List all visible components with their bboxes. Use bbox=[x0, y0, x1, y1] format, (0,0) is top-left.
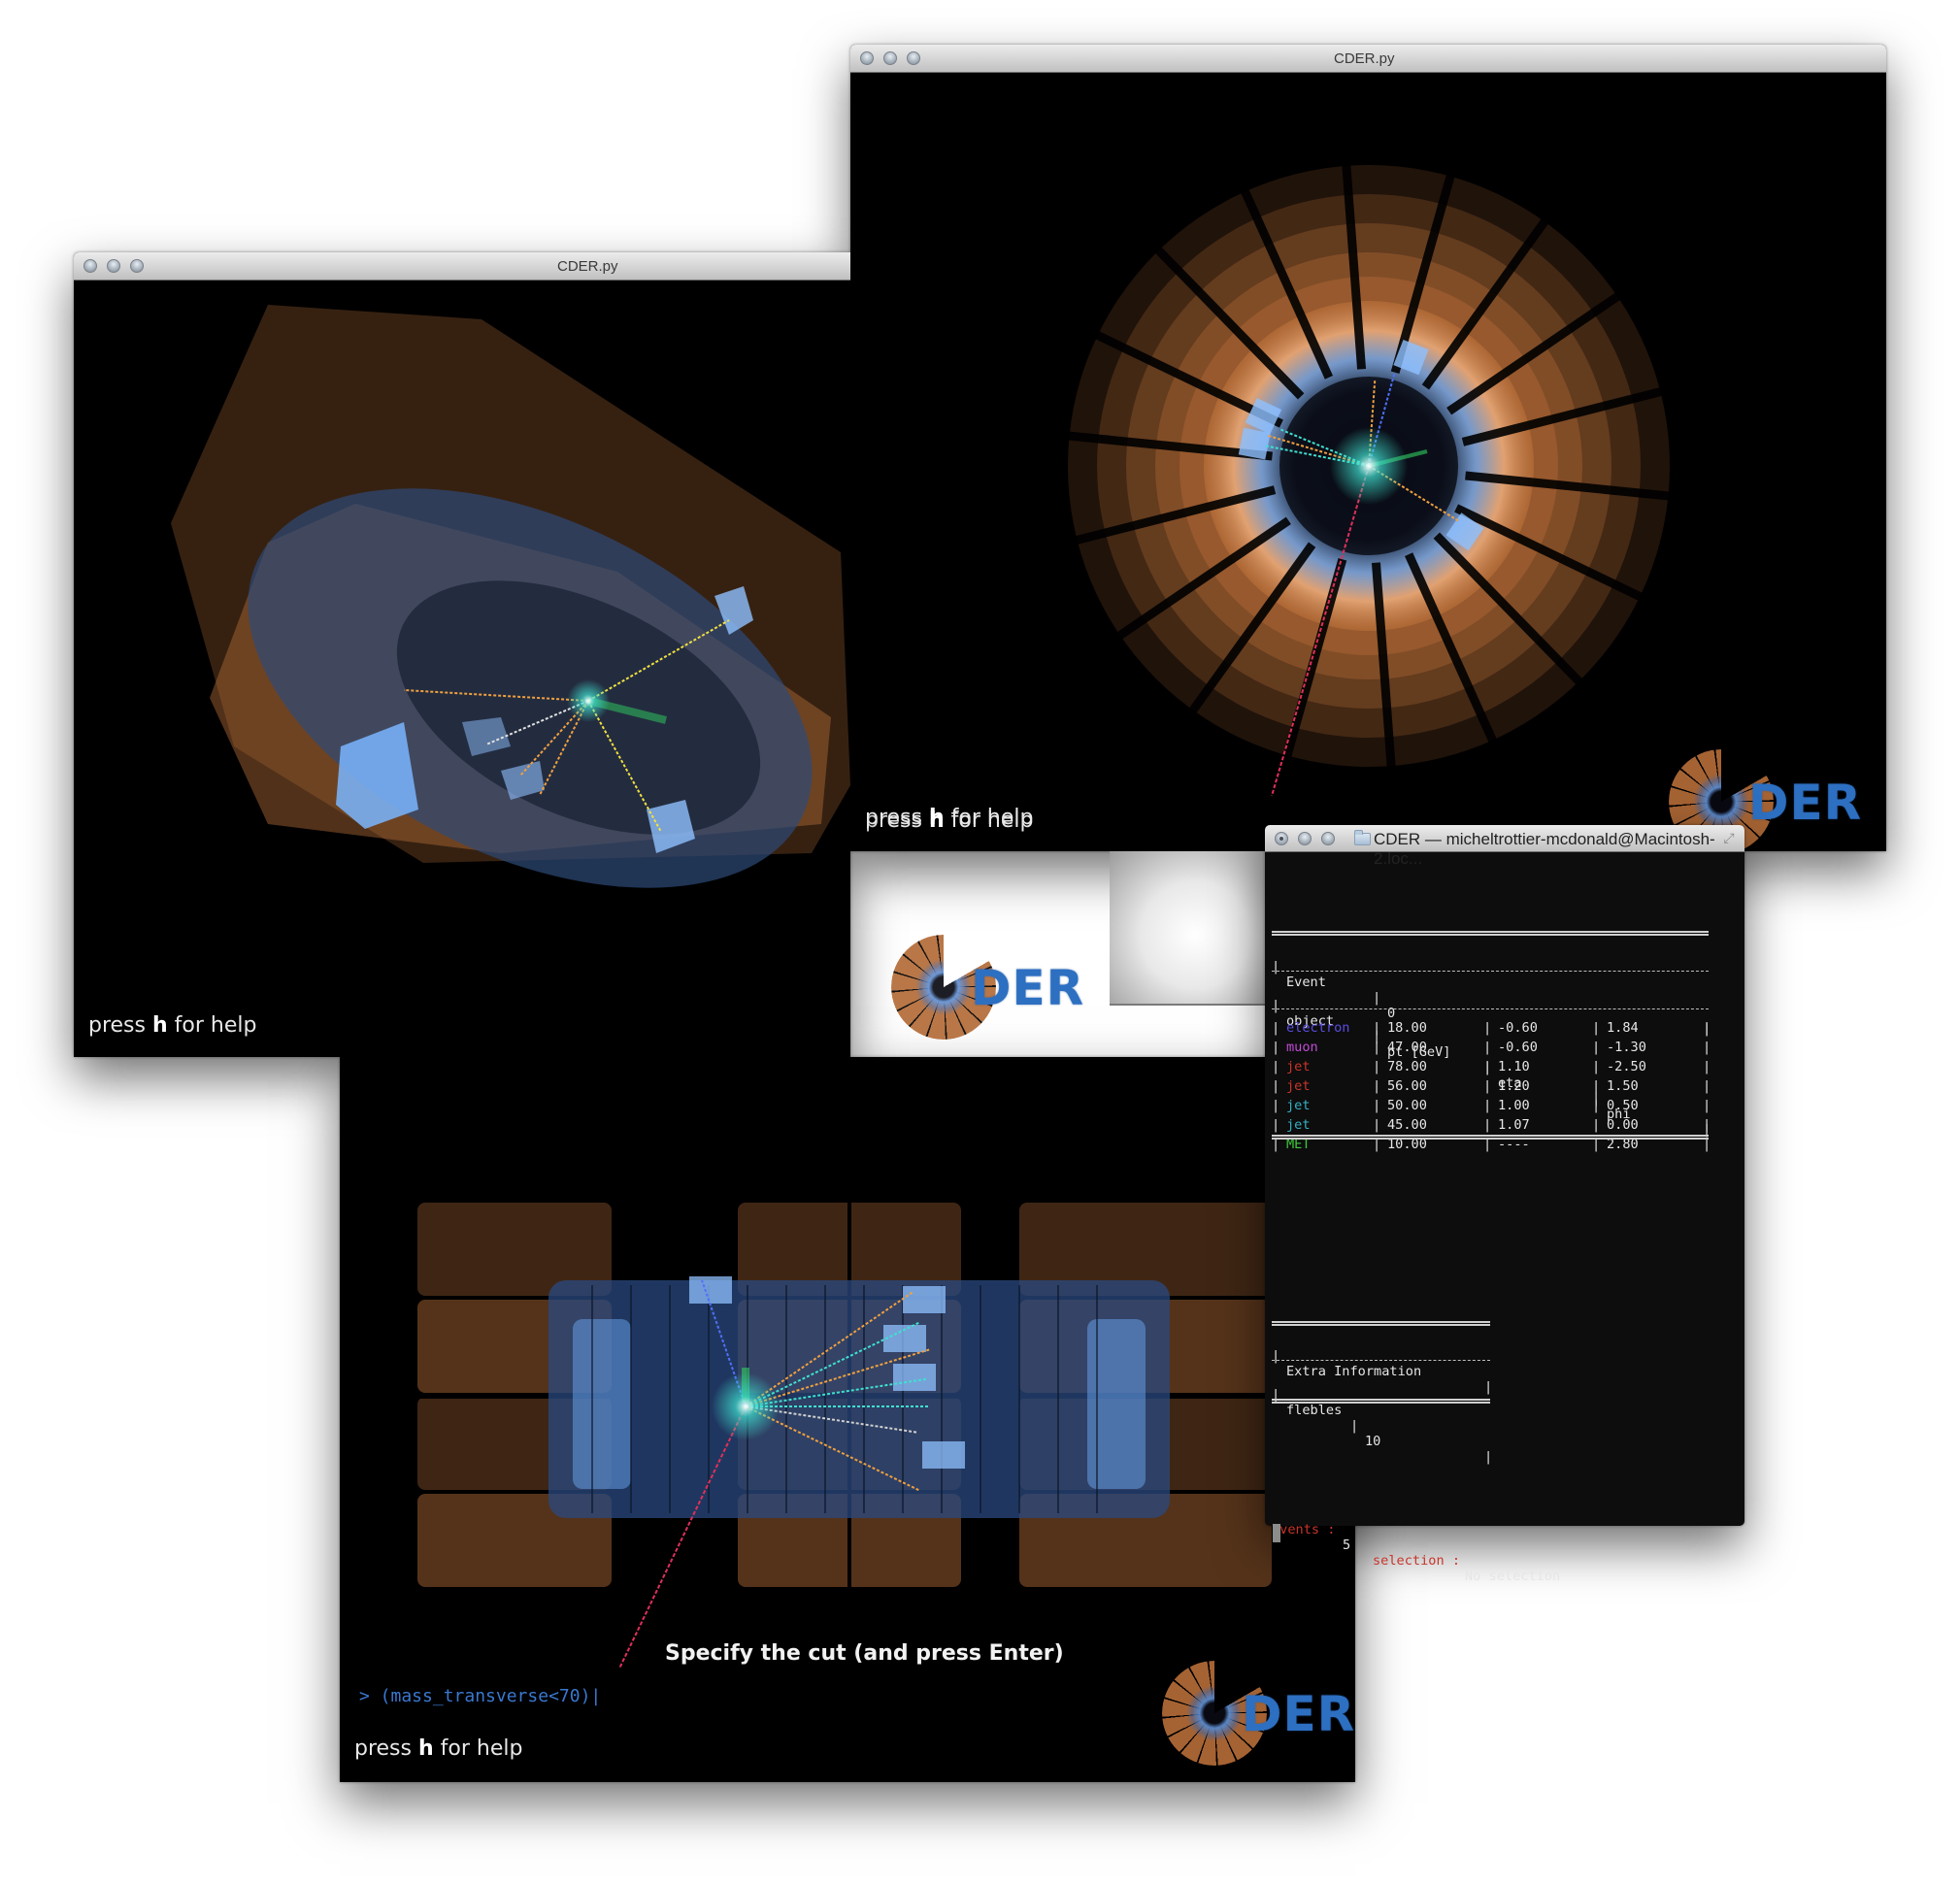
viewer-window-transverse: CDER.py press h for help DER bbox=[850, 45, 1886, 851]
folder-icon bbox=[1354, 830, 1371, 845]
table-rule bbox=[1272, 971, 1709, 972]
help-hint: press h for help bbox=[88, 1013, 257, 1038]
zoom-button[interactable] bbox=[1321, 832, 1335, 845]
table-rule bbox=[1272, 1321, 1490, 1326]
cell-eta: -0.60 bbox=[1498, 1040, 1538, 1055]
em-endcap bbox=[573, 1319, 631, 1489]
background-window-fragment bbox=[1110, 851, 1265, 1006]
minimize-button[interactable] bbox=[107, 259, 120, 273]
cell-object: jet bbox=[1286, 1117, 1311, 1133]
table-rule bbox=[1272, 1135, 1709, 1140]
cell-pt: 45.00 bbox=[1387, 1117, 1427, 1133]
cell-pt: 78.00 bbox=[1387, 1059, 1427, 1074]
cell-object: jet bbox=[1286, 1059, 1311, 1074]
title-bar[interactable]: CDER.py bbox=[850, 45, 1886, 73]
extra-info-row: | flebles | 10 | bbox=[1272, 1387, 1493, 1465]
viewer-window-longitudinal: Specify the cut (and press Enter) > (mas… bbox=[340, 1057, 1355, 1782]
table-rule bbox=[1272, 931, 1709, 936]
interaction-vertex bbox=[567, 679, 610, 722]
terminal-output[interactable]: | Event | 0 | | object | pt [GeV] | eta … bbox=[1272, 852, 1744, 1584]
cell-eta: 1.00 bbox=[1498, 1098, 1530, 1113]
energy-deposit bbox=[689, 1276, 732, 1304]
cell-pt: 50.00 bbox=[1387, 1098, 1427, 1113]
energy-deposit bbox=[893, 1364, 936, 1391]
cut-input[interactable]: > (mass_transverse<70)| bbox=[359, 1686, 601, 1706]
cell-phi: -1.30 bbox=[1607, 1040, 1646, 1055]
help-hint: press h for help bbox=[354, 1736, 523, 1761]
interaction-vertex bbox=[1330, 427, 1408, 505]
close-button[interactable] bbox=[83, 259, 97, 273]
event-display-canvas[interactable]: press h for help DER bbox=[850, 73, 1886, 851]
terminal-window: CDER — micheltrottier-mcdonald@Macintosh… bbox=[1265, 825, 1744, 1584]
close-button[interactable] bbox=[860, 51, 874, 65]
energy-deposit bbox=[1238, 427, 1271, 460]
cell-object: jet bbox=[1286, 1098, 1311, 1113]
table-rule bbox=[1272, 1399, 1490, 1404]
title-bar[interactable]: CDER.py bbox=[74, 252, 850, 281]
cell-pt: 56.00 bbox=[1387, 1078, 1427, 1094]
terminal-cursor bbox=[1273, 1524, 1280, 1542]
event-display-canvas[interactable]: Specify the cut (and press Enter) > (mas… bbox=[340, 1057, 1355, 1782]
energy-deposit bbox=[903, 1286, 946, 1313]
event-display-canvas[interactable]: press h for help bbox=[74, 281, 850, 1057]
status-line: Events : 5 selection : No selection bbox=[1272, 1522, 1561, 1584]
minimize-button[interactable] bbox=[1298, 832, 1312, 845]
energy-deposit bbox=[922, 1441, 965, 1469]
cell-phi: 0.50 bbox=[1607, 1098, 1639, 1113]
cell-phi: -2.50 bbox=[1607, 1059, 1646, 1074]
interaction-vertex bbox=[712, 1372, 780, 1440]
cell-eta: 1.20 bbox=[1498, 1078, 1530, 1094]
detector-transverse-view bbox=[1059, 155, 1678, 797]
cell-pt: 18.00 bbox=[1387, 1020, 1427, 1036]
cell-eta: 1.10 bbox=[1498, 1059, 1530, 1074]
window-title: CDER.py bbox=[1334, 50, 1395, 67]
cell-eta: 1.07 bbox=[1498, 1117, 1530, 1133]
em-calorimeter-barrel bbox=[548, 1280, 1170, 1518]
zoom-button[interactable] bbox=[130, 259, 144, 273]
close-button[interactable] bbox=[1275, 832, 1288, 845]
zoom-button[interactable] bbox=[907, 51, 920, 65]
title-bar[interactable]: CDER — micheltrottier-mcdonald@Macintosh… bbox=[1265, 825, 1744, 868]
cell-eta: -0.60 bbox=[1498, 1020, 1538, 1036]
window-title: CDER.py bbox=[557, 258, 618, 275]
fullscreen-icon[interactable]: ⤢ bbox=[1721, 831, 1737, 846]
cell-phi: 0.00 bbox=[1607, 1117, 1639, 1133]
cder-logo: DER bbox=[891, 935, 1085, 1041]
cell-phi: 1.50 bbox=[1607, 1078, 1639, 1094]
cell-pt: 47.00 bbox=[1387, 1040, 1427, 1055]
cell-object: jet bbox=[1286, 1078, 1311, 1094]
cell-phi: 1.84 bbox=[1607, 1020, 1639, 1036]
minimize-button[interactable] bbox=[883, 51, 897, 65]
viewer-window-perspective: CDER.py press h for help bbox=[74, 252, 850, 1057]
cder-logo: DER bbox=[1162, 1661, 1355, 1768]
table-rule bbox=[1272, 1360, 1490, 1361]
cell-object: electron bbox=[1286, 1020, 1350, 1036]
cut-prompt-label: Specify the cut (and press Enter) bbox=[665, 1641, 1064, 1666]
cell-object: muon bbox=[1286, 1040, 1318, 1055]
help-hint-secondary: press h for help bbox=[865, 806, 1034, 830]
detector-perspective-view bbox=[171, 305, 850, 888]
table-rule bbox=[1272, 1008, 1709, 1009]
